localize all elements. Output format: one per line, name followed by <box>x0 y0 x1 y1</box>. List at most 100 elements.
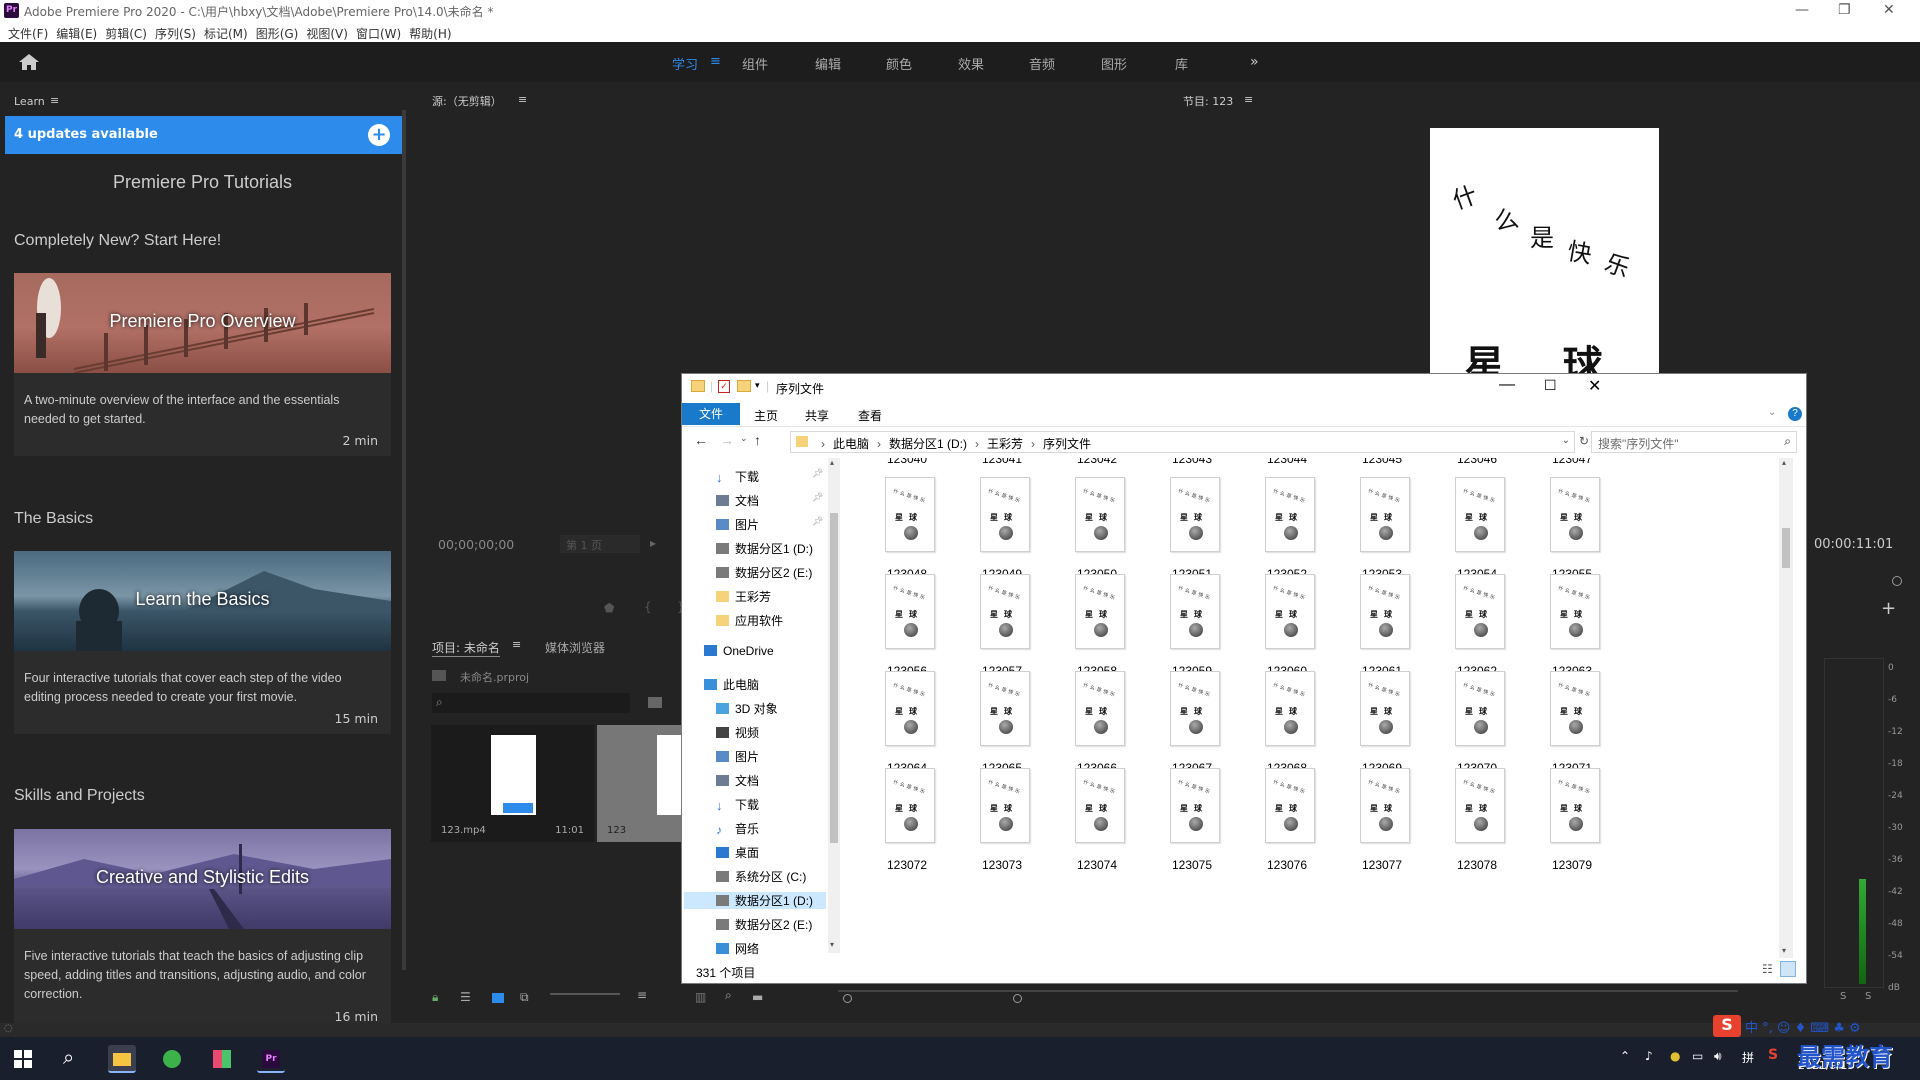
sequence-thumbnail[interactable]: 123 <box>597 725 687 842</box>
menu-item[interactable]: 图形(G) <box>256 25 299 42</box>
nav-item[interactable]: 网络 <box>716 940 759 957</box>
timeline-scroll[interactable] <box>838 990 1738 992</box>
workspace-tab[interactable]: 编辑 <box>815 54 841 73</box>
sogou-icon[interactable]: S <box>1768 1047 1778 1063</box>
tray-chevron-icon[interactable]: ⌃ <box>1620 1049 1630 1063</box>
breadcrumb-item[interactable]: 王彩芳 <box>987 437 1023 451</box>
file-tile[interactable]: 什么是快乐 星球 123076 <box>1232 761 1342 876</box>
add-icon[interactable]: + <box>368 124 390 146</box>
minimize-icon[interactable]: — <box>1795 2 1809 18</box>
nav-item[interactable]: ↓ 下载 <box>716 796 759 813</box>
file-name[interactable]: 123045 <box>1327 458 1437 466</box>
timeline-tools-icon[interactable]: ▥ <box>695 990 706 1004</box>
program-timecode[interactable]: 00:00:11:01 <box>1814 537 1893 552</box>
workspace-tab[interactable]: 颜色 <box>886 54 912 73</box>
file-tile[interactable]: 什么是快乐 星球 123072 <box>852 761 962 876</box>
nav-scrollbar[interactable]: ▴ ▾ <box>828 458 840 953</box>
tutorial-card-overview[interactable]: Premiere Pro Overview A two-minute overv… <box>14 273 391 456</box>
maximize-icon[interactable]: ❐ <box>1838 2 1851 18</box>
recent-icon[interactable]: ⌄ <box>740 433 748 444</box>
tab-project[interactable]: 项目: 未命名 <box>432 639 500 657</box>
maximize-icon[interactable]: ☐ <box>1544 377 1557 394</box>
nav-item[interactable]: 数据分区2 (E:) <box>716 564 812 581</box>
zoom-circle-icon[interactable] <box>1892 576 1902 586</box>
app-taskbar-icon[interactable] <box>208 1045 236 1073</box>
nav-item[interactable]: 数据分区2 (E:) <box>716 916 812 933</box>
folder-icon[interactable]: ▬ <box>752 990 763 1004</box>
new-folder-icon[interactable] <box>737 380 751 392</box>
mark-in-icon[interactable]: { <box>644 600 652 614</box>
file-tile[interactable]: 什么是快乐 星球 123077 <box>1327 761 1437 876</box>
pin-icon[interactable]: 📌︎ <box>812 516 823 527</box>
browser-taskbar-icon[interactable] <box>158 1045 186 1073</box>
workspace-tab[interactable]: 图形 <box>1101 54 1127 73</box>
menu-item[interactable]: 标记(M) <box>204 25 248 42</box>
close-icon[interactable]: ✕ <box>1883 2 1895 18</box>
learn-scrollbar[interactable] <box>402 110 406 970</box>
workspace-tab[interactable]: 组件 <box>742 54 768 73</box>
file-name[interactable]: 123042 <box>1042 458 1152 466</box>
content-scrollbar[interactable]: ▴ ▾ <box>1779 458 1793 958</box>
nav-item[interactable]: 王彩芳 <box>716 588 771 605</box>
workspace-menu-icon[interactable]: ≡ <box>710 54 721 69</box>
nav-item[interactable]: 桌面 <box>716 844 759 861</box>
nav-item[interactable]: 系统分区 (C:) <box>716 868 806 885</box>
close-icon[interactable]: ✕ <box>1588 376 1601 396</box>
workspace-tab[interactable]: 库 <box>1175 54 1188 73</box>
workspace-tab[interactable]: 音频 <box>1029 54 1055 73</box>
home-icon[interactable] <box>18 53 40 71</box>
breadcrumb-item[interactable]: 数据分区1 (D:) <box>889 437 967 451</box>
details-view-icon[interactable]: ☷ <box>1762 962 1773 976</box>
panel-menu-icon[interactable]: ≡ <box>512 638 521 651</box>
nav-item[interactable]: 此电脑 <box>704 676 759 693</box>
search-input[interactable]: 搜索"序列文件" ⌕ <box>1591 431 1797 453</box>
file-tile[interactable]: 什么是快乐 星球 123075 <box>1137 761 1247 876</box>
expand-ribbon-icon[interactable]: ⌄ <box>1768 407 1776 418</box>
menu-item[interactable]: 编辑(E) <box>56 25 97 42</box>
back-icon[interactable]: ← <box>694 432 708 448</box>
lock-icon[interactable]: 🔒︎ <box>432 990 438 1005</box>
ime-toolbar[interactable]: 中 °, ☺ ♦ ⌨ ♣ ⚙ <box>1745 1017 1861 1036</box>
workspace-tab[interactable]: 效果 <box>958 54 984 73</box>
file-name[interactable]: 123041 <box>947 458 1057 466</box>
zoom-slider[interactable] <box>550 993 620 995</box>
menu-item[interactable]: 帮助(H) <box>409 25 451 42</box>
nav-item[interactable]: 图片 <box>716 748 759 765</box>
nav-item[interactable]: ↓ 下载 📌︎ <box>716 468 823 485</box>
file-tile[interactable]: 什么是快乐 星球 123079 <box>1517 761 1627 876</box>
panel-menu-icon[interactable]: ≡ <box>50 94 59 107</box>
workspace-tab[interactable]: 学习 <box>672 54 698 73</box>
ribbon-tab-view[interactable]: 查看 <box>858 407 882 424</box>
tutorial-card-basics[interactable]: Learn the Basics Four interactive tutori… <box>14 551 391 734</box>
ribbon-tab-share[interactable]: 共享 <box>805 407 829 424</box>
ribbon-tab-home[interactable]: 主页 <box>754 407 778 424</box>
find-icon[interactable]: ⌕ <box>725 988 732 1003</box>
clip-thumbnail[interactable]: 123.mp4 11:01 <box>431 725 594 842</box>
nav-item[interactable]: OneDrive <box>704 644 774 658</box>
solo-button[interactable]: S <box>1865 991 1871 1002</box>
add-button-icon[interactable]: + <box>1881 598 1896 619</box>
project-search-input[interactable]: ⌕ <box>432 693 630 713</box>
nav-item[interactable]: 应用软件 <box>716 612 783 629</box>
menu-item[interactable]: 窗口(W) <box>356 25 401 42</box>
nav-item[interactable]: 文档 📌︎ <box>716 492 823 509</box>
solo-button[interactable]: S <box>1840 991 1846 1002</box>
pin-icon[interactable]: 📌︎ <box>812 468 823 479</box>
file-tile[interactable]: 什么是快乐 星球 123078 <box>1422 761 1532 876</box>
nav-item[interactable]: 3D 对象 <box>716 700 778 717</box>
icon-view-icon[interactable] <box>492 993 504 1003</box>
large-icons-view-icon[interactable] <box>1780 961 1796 977</box>
menu-item[interactable]: 序列(S) <box>155 25 196 42</box>
file-explorer-taskbar-icon[interactable] <box>108 1045 136 1073</box>
nav-item[interactable]: 数据分区1 (D:) <box>716 540 813 557</box>
play-arrow-icon[interactable]: ▸ <box>650 536 656 550</box>
volume-icon[interactable]: 🔊︎ <box>1714 1049 1722 1064</box>
nav-item[interactable]: 视频 <box>716 724 759 741</box>
tab-media-browser[interactable]: 媒体浏览器 <box>545 639 605 656</box>
pin-icon[interactable]: 📌︎ <box>812 492 823 503</box>
file-tile[interactable]: 什么是快乐 星球 123074 <box>1042 761 1152 876</box>
address-input[interactable]: › 此电脑 › 数据分区1 (D:) › 王彩芳 › 序列文件 ⌄ <box>790 431 1575 453</box>
premiere-taskbar-icon[interactable]: Pr <box>257 1045 285 1073</box>
scroll-handle-end[interactable] <box>1013 994 1022 1003</box>
nav-item[interactable]: ♪ 音乐 <box>716 820 759 837</box>
